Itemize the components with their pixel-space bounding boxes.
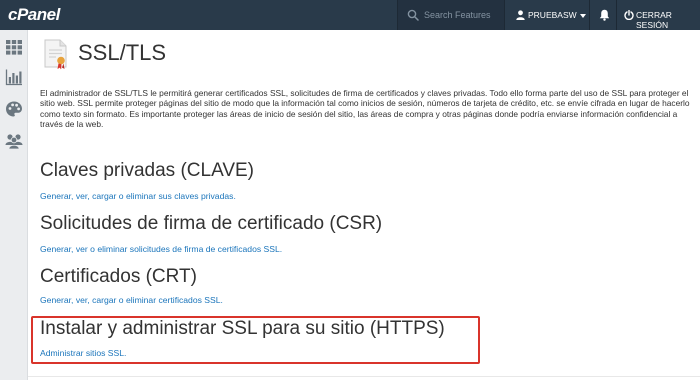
main-content: SSL/TLS El administrador de SSL/TLS le p… — [28, 30, 700, 380]
sidebar-item-themes[interactable] — [0, 94, 28, 124]
user-name: PRUEBASW — [528, 10, 577, 20]
stats-chart-icon — [5, 69, 22, 86]
manage-ssl-sites-link[interactable]: Administrar sitios SSL. — [40, 348, 126, 358]
power-icon — [624, 10, 634, 20]
logout-button[interactable]: CERRAR SESIÓN — [618, 0, 700, 30]
section-title-private-keys: Claves privadas (CLAVE) — [40, 160, 255, 181]
csr-link[interactable]: Generar, ver o eliminar solicitudes de f… — [40, 244, 282, 254]
section-title-install-ssl: Instalar y administrar SSL para su sitio… — [40, 318, 445, 339]
users-icon — [5, 134, 23, 150]
search-input[interactable] — [424, 6, 502, 24]
page-description: El administrador de SSL/TLS le permitirá… — [40, 88, 690, 130]
divider — [28, 376, 700, 377]
palette-icon — [6, 101, 22, 117]
section-title-csr: Solicitudes de firma de certificado (CSR… — [40, 213, 383, 234]
bell-icon — [599, 9, 610, 21]
top-navbar: cPanel PRUEBASW CERRAR SESIÓN — [0, 0, 700, 30]
sidebar — [0, 30, 28, 380]
private-keys-link[interactable]: Generar, ver, cargar o eliminar sus clav… — [40, 191, 236, 201]
logout-label: CERRAR SESIÓN — [636, 10, 672, 30]
user-icon — [516, 10, 525, 20]
apps-grid-icon — [6, 40, 22, 55]
section-title-certificates: Certificados (CRT) — [40, 266, 197, 287]
sidebar-item-stats[interactable] — [0, 62, 28, 92]
sidebar-item-users[interactable] — [0, 126, 28, 156]
sidebar-item-home[interactable] — [0, 32, 28, 62]
cpanel-logo[interactable]: cPanel — [8, 5, 60, 25]
search-box[interactable] — [397, 0, 505, 30]
ssl-certificate-icon — [44, 39, 67, 70]
search-icon — [407, 9, 419, 21]
user-menu[interactable]: PRUEBASW — [506, 0, 590, 30]
notifications-button[interactable] — [591, 0, 617, 30]
caret-down-icon — [580, 14, 586, 18]
certificates-link[interactable]: Generar, ver, cargar o eliminar certific… — [40, 295, 223, 305]
page-title: SSL/TLS — [78, 40, 167, 65]
